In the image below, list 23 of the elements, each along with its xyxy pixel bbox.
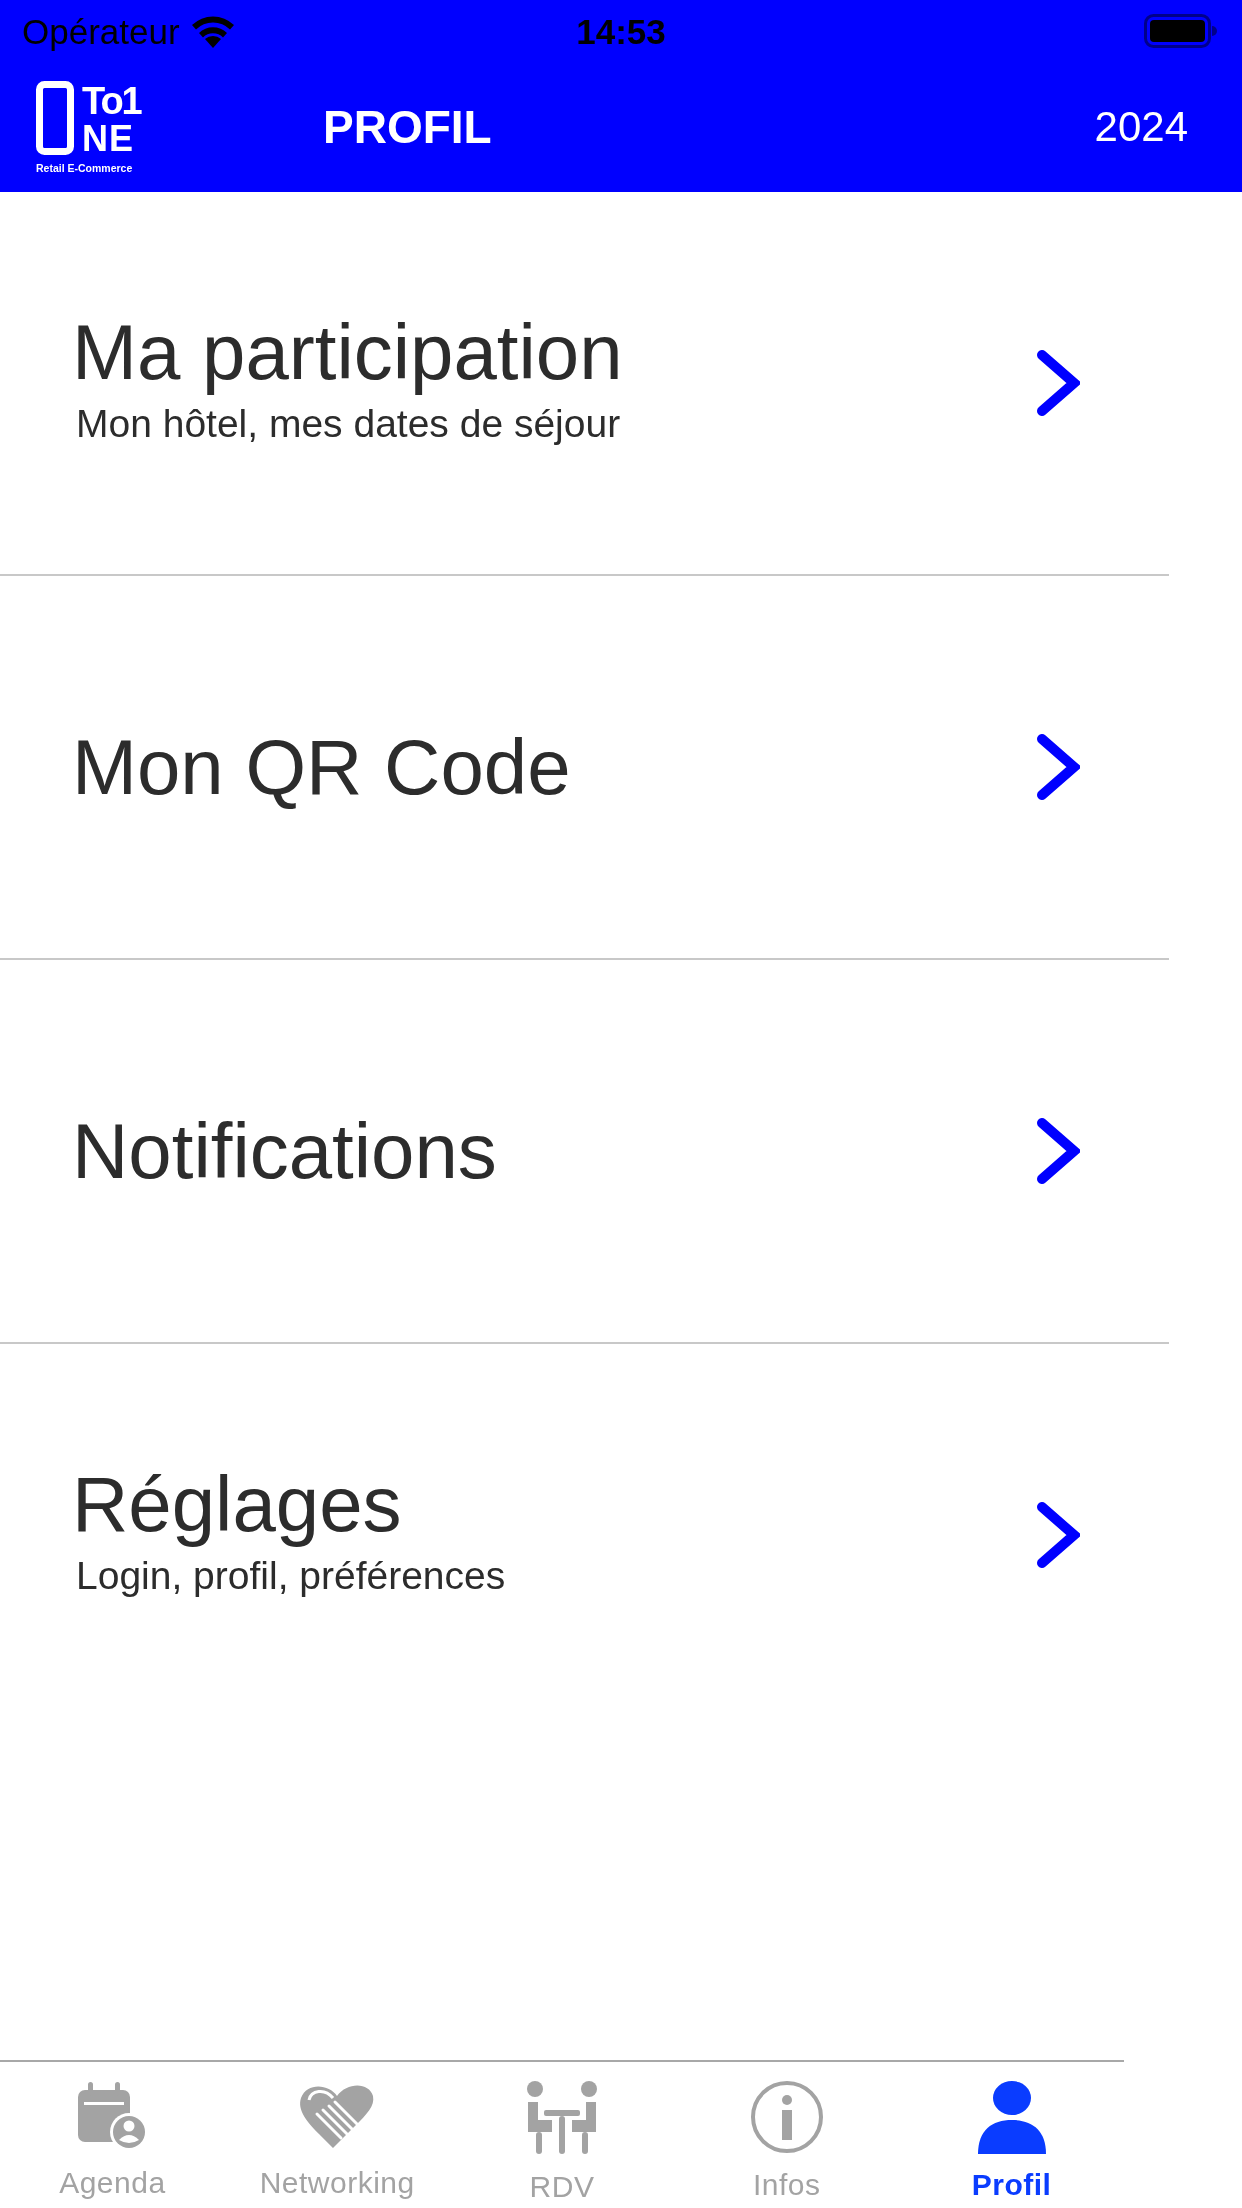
row-subtitle: Mon hôtel, mes dates de séjour	[76, 401, 621, 447]
wifi-icon	[189, 14, 236, 48]
carrier-name: Opérateur	[22, 13, 180, 49]
chevron-right-icon	[1036, 349, 1080, 417]
chevron-right-icon	[1036, 1501, 1080, 1569]
logo-text: To1	[82, 80, 141, 121]
chevron-right-icon	[1036, 733, 1080, 801]
tab-bar-item[interactable]: Profil	[899, 2062, 1124, 2208]
row-title: Notifications	[72, 1106, 497, 1197]
meeting-table-icon	[526, 2080, 598, 2156]
logo-tagline: Retail E-Commerce	[36, 162, 133, 174]
chevron-right-icon	[1036, 1117, 1080, 1185]
info-icon	[749, 2080, 824, 2154]
logo-text: NE	[82, 120, 134, 157]
row-title: Mon QR Code	[72, 722, 571, 813]
row-title: Réglages	[72, 1459, 402, 1550]
logo-mark-icon	[36, 80, 74, 155]
page-title: PROFIL	[323, 104, 492, 150]
battery-icon	[1144, 14, 1218, 48]
status-time: 14:53	[576, 13, 666, 49]
year-label: 2024	[1094, 106, 1188, 148]
row-subtitle: Login, profil, préférences	[76, 1553, 506, 1599]
row-title: Ma participation	[72, 307, 623, 398]
